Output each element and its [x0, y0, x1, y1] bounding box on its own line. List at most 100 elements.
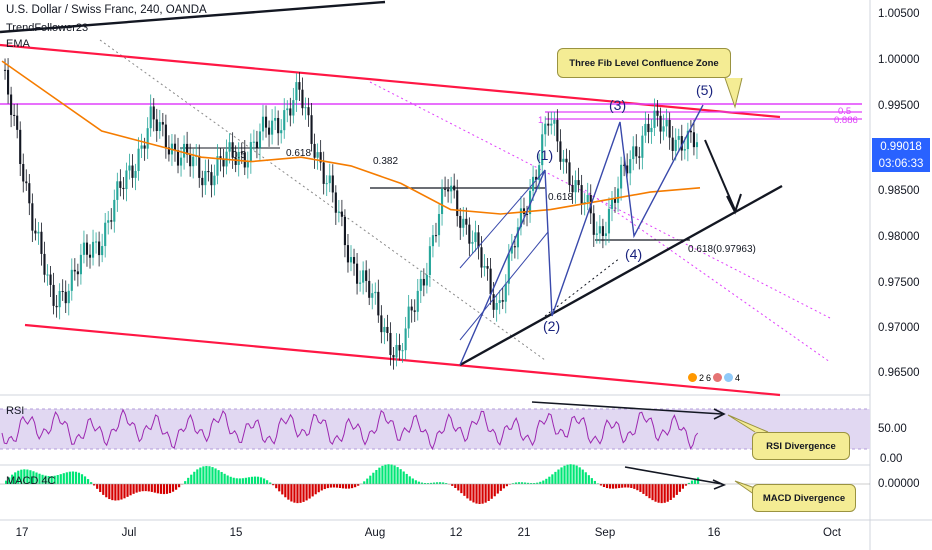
macd-bar [542, 480, 545, 484]
candle-body [334, 192, 337, 213]
macd-bar [484, 484, 487, 503]
macd-bar [357, 484, 360, 486]
macd-bar [199, 467, 202, 484]
candle-body [671, 137, 674, 151]
candle-body [674, 139, 677, 151]
candle-body [568, 162, 571, 186]
macd-bar [329, 484, 332, 488]
macd-bar [323, 484, 326, 490]
macd-bar [214, 468, 217, 484]
macd-bar [196, 469, 199, 484]
ema-legend[interactable]: EMA [6, 38, 30, 50]
candle-body [37, 231, 40, 234]
candle-body [489, 268, 492, 295]
macd-bar [117, 484, 120, 501]
macd-bar [475, 484, 478, 504]
macd-bar [493, 484, 496, 497]
candle-body [179, 157, 183, 166]
macd-bar [663, 484, 666, 503]
macd-bar [499, 484, 502, 491]
event-flag-icon[interactable] [724, 373, 734, 382]
macd-bar [114, 484, 117, 501]
candle-body [677, 136, 680, 140]
candle-body [252, 141, 255, 143]
date-tick: 15 [229, 527, 243, 539]
fib-label: 0.618 [286, 148, 312, 159]
candle-body [210, 172, 213, 186]
macd-bar [86, 479, 90, 484]
macd-label[interactable]: MACD 4C [6, 475, 56, 487]
candle-body [95, 241, 98, 243]
candle-body [213, 175, 216, 186]
macd-bar [241, 478, 244, 484]
candle-body [76, 271, 79, 275]
macd-bar [338, 484, 342, 489]
candle-body [328, 175, 331, 184]
candle-body [662, 126, 665, 132]
macd-bar [621, 484, 624, 488]
macd-bar [639, 484, 642, 492]
candle-body [113, 199, 116, 222]
event-count[interactable]: 4 [735, 373, 740, 387]
callout-fib-confluence[interactable]: Three Fib Level Confluence Zone [557, 48, 731, 78]
rsi-label[interactable]: RSI [6, 405, 24, 417]
macd-bar [660, 484, 663, 504]
candle-body [683, 149, 686, 151]
candle-body [277, 117, 280, 134]
candle-body [550, 123, 553, 126]
macd-bar [584, 472, 587, 484]
candle-body [695, 142, 699, 148]
chart-stage[interactable]: U.S. Dollar / Swiss Franc, 240, OANDA Tr… [0, 0, 932, 550]
macd-bar [569, 464, 572, 484]
macd-bar [150, 484, 153, 492]
candle-body [380, 315, 383, 333]
candle-body [450, 185, 453, 192]
candle-body [440, 188, 444, 214]
macd-bar [624, 484, 627, 488]
macd-bar [618, 484, 621, 489]
candle-body [465, 218, 468, 225]
candle-body [359, 282, 362, 284]
callout-rsi-divergence[interactable]: RSI Divergence [752, 432, 850, 460]
candle-body [104, 222, 107, 247]
candle-body [158, 122, 161, 131]
macd-bar [414, 480, 417, 484]
candle-body [422, 278, 425, 286]
macd-bar [278, 484, 281, 492]
macd-bar [478, 484, 481, 504]
macd-bar [566, 464, 569, 484]
event-count[interactable]: 6 [706, 373, 711, 387]
candle-body [620, 164, 623, 189]
macd-bar [59, 474, 62, 484]
candle-body [289, 108, 292, 116]
macd-bar [178, 484, 181, 488]
candle-body [91, 241, 95, 258]
macd-bar [615, 484, 618, 489]
macd-bar [381, 465, 384, 484]
chart-svg[interactable] [0, 0, 932, 550]
macd-bar [451, 484, 454, 486]
fib-pink-label: 1 [538, 115, 544, 126]
candle-body [471, 242, 474, 244]
fib-label: 0.618 [548, 192, 574, 203]
author-name: TrendFollower23 [6, 22, 89, 34]
candle-body [201, 177, 204, 186]
event-markers[interactable]: 2 6 4 [688, 373, 750, 387]
macd-bar [266, 480, 269, 484]
candle-body [70, 269, 73, 291]
candle-body [337, 211, 340, 213]
macd-bar [99, 484, 102, 493]
candle-body [574, 180, 577, 193]
macd-bar [132, 484, 135, 494]
event-count[interactable]: 2 [699, 373, 704, 387]
candle-body [477, 232, 480, 248]
candle-body [149, 106, 152, 129]
event-flag-icon[interactable] [713, 373, 723, 382]
candle-body [131, 165, 134, 178]
candle-body [689, 130, 692, 133]
callout-macd-divergence[interactable]: MACD Divergence [752, 484, 856, 512]
event-flag-icon[interactable] [688, 373, 697, 382]
macd-bar [168, 484, 172, 494]
candle-body [513, 246, 516, 248]
macd-bar [630, 484, 633, 488]
